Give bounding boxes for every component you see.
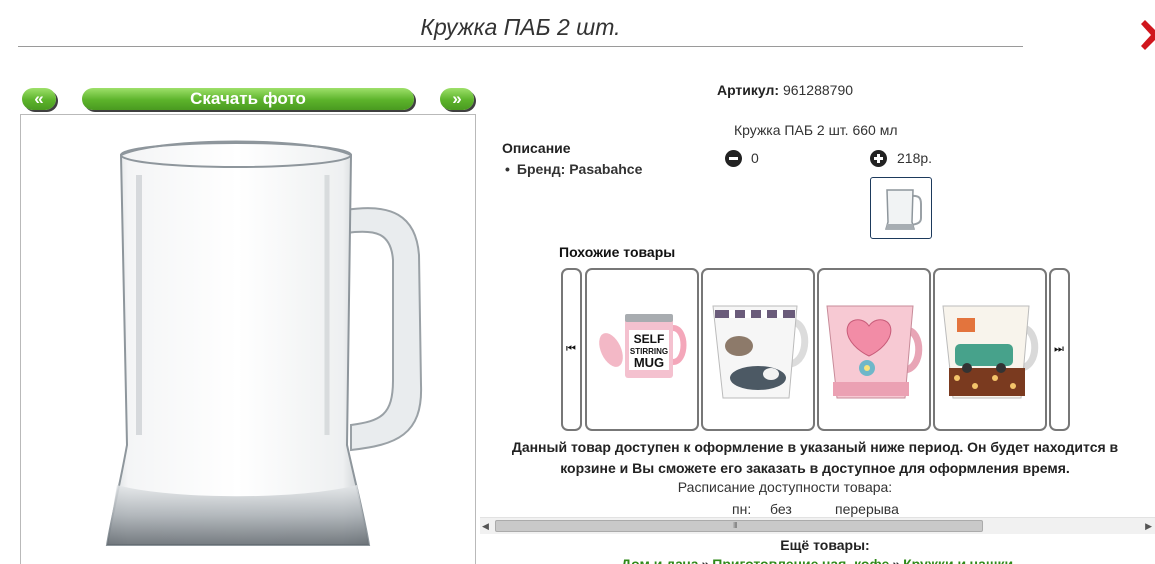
crumb-mugs-cups[interactable]: Кружки и чашки bbox=[903, 556, 1013, 564]
page-title: Кружка ПАБ 2 шт. bbox=[420, 14, 621, 40]
gallery-prev-button[interactable]: « bbox=[22, 88, 56, 110]
similar-product-card[interactable] bbox=[701, 268, 815, 431]
description-heading: Описание bbox=[502, 140, 571, 156]
title-divider bbox=[18, 46, 1023, 47]
category-breadcrumb: Дом и дача» Приготовление чая, кофе» Кружк… bbox=[621, 556, 1013, 564]
plus-circle-icon[interactable] bbox=[870, 150, 887, 167]
variant-name: Кружка ПАБ 2 шт. 660 мл bbox=[734, 122, 898, 138]
carousel-prev-button[interactable]: ⏮ bbox=[561, 268, 582, 431]
similar-product-card[interactable] bbox=[933, 268, 1047, 431]
product-photo bbox=[20, 114, 476, 564]
description-list: Бренд: Pasabahce bbox=[505, 161, 642, 177]
horizontal-scrollbar[interactable]: ◀ III ▶ bbox=[480, 517, 1155, 534]
skip-back-icon: ⏮ bbox=[566, 343, 576, 355]
minus-circle-icon[interactable] bbox=[725, 150, 742, 167]
sku-label: Артикул: bbox=[716, 82, 780, 98]
mug-print-line-1: SELF bbox=[634, 332, 665, 346]
carousel-next-button[interactable]: ⏭ bbox=[1049, 268, 1070, 431]
variant-thumbnail[interactable] bbox=[870, 177, 932, 239]
download-photo-button[interactable]: Скачать фото bbox=[82, 88, 414, 110]
more-products-heading: Ещё товары: bbox=[780, 537, 870, 553]
crumb-separator: » bbox=[892, 556, 901, 564]
crumb-separator: » bbox=[701, 556, 710, 564]
mug-print-line-3: MUG bbox=[634, 355, 664, 370]
schedule-title: Расписание доступности товара: bbox=[677, 479, 893, 495]
quantity-value: 0 bbox=[751, 150, 759, 166]
similar-product-card[interactable]: SELF STIRRING MUG bbox=[585, 268, 699, 431]
gallery-next-button[interactable]: » bbox=[440, 88, 474, 110]
similar-products-heading: Похожие товары bbox=[559, 244, 676, 260]
brand-item: Бренд: Pasabahce bbox=[505, 161, 642, 177]
grip-icon: III bbox=[733, 521, 738, 530]
sku-value: 961288790 bbox=[782, 82, 854, 98]
schedule-day: пн: bbox=[732, 501, 752, 517]
availability-notice: Данный товар доступен к оформление в ука… bbox=[511, 439, 1119, 476]
schedule-from: без bbox=[770, 501, 792, 517]
similar-product-card[interactable] bbox=[817, 268, 931, 431]
scroll-left-icon[interactable]: ◀ bbox=[482, 521, 489, 532]
close-icon[interactable] bbox=[1141, 18, 1155, 52]
skip-forward-icon: ⏭ bbox=[1054, 343, 1064, 355]
crumb-home-garden[interactable]: Дом и дача bbox=[621, 556, 699, 564]
product-sku: Артикул: 961288790 bbox=[480, 82, 1090, 98]
variant-price: 218р. bbox=[897, 150, 933, 166]
crumb-tea-coffee[interactable]: Приготовление чая, кофе bbox=[712, 556, 889, 564]
schedule-to: перерыва bbox=[835, 501, 899, 517]
scrollbar-thumb[interactable]: III bbox=[495, 520, 983, 532]
scroll-right-icon[interactable]: ▶ bbox=[1145, 521, 1152, 532]
